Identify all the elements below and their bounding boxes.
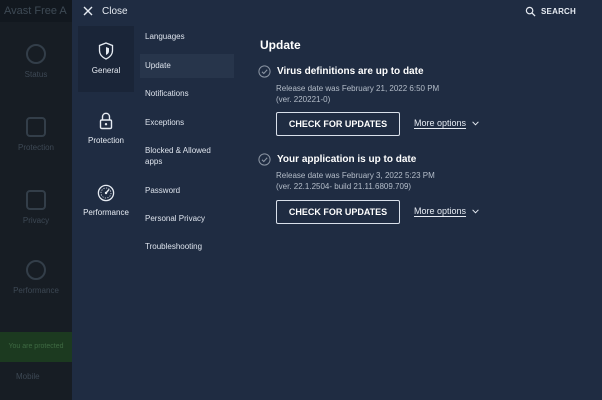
release-date-text: Release date was February 3, 2022 5:23 P… xyxy=(276,171,435,180)
virus-definitions-status: Virus definitions are up to date xyxy=(258,65,424,78)
background-nav-status: Status xyxy=(0,44,72,79)
submenu-item-notifications[interactable]: Notifications xyxy=(140,88,234,99)
submenu-item-languages[interactable]: Languages xyxy=(140,31,234,42)
version-text: (ver. 22.1.2504- build 21.11.6809.709) xyxy=(276,182,412,191)
chevron-down-icon xyxy=(472,208,479,214)
more-options-label: More options xyxy=(414,206,467,216)
fingerprint-icon xyxy=(26,190,46,210)
submenu-item-exceptions[interactable]: Exceptions xyxy=(140,117,234,128)
release-date-text: Release date was February 21, 2022 6:50 … xyxy=(276,84,440,93)
page-title: Update xyxy=(260,38,301,52)
check-for-updates-button[interactable]: CHECK FOR UPDATES xyxy=(276,200,400,224)
section-title: Virus definitions are up to date xyxy=(277,66,424,77)
section-title: Your application is up to date xyxy=(277,154,417,165)
background-nav-privacy: Privacy xyxy=(0,190,72,225)
close-label: Close xyxy=(102,5,128,17)
chevron-down-icon xyxy=(472,120,479,126)
check-circle-icon xyxy=(258,153,271,166)
check-circle-icon xyxy=(258,65,271,78)
submenu-item-update[interactable]: Update xyxy=(140,54,234,78)
check-for-updates-button[interactable]: CHECK FOR UPDATES xyxy=(276,112,400,136)
category-general[interactable]: General xyxy=(78,26,134,92)
background-app-title: Avast Free A xyxy=(4,5,67,17)
background-mobile-label: Mobile xyxy=(16,372,40,381)
background-nav-label: Protection xyxy=(17,143,55,152)
settings-panel: Close SEARCH General Protection Performa… xyxy=(72,0,602,400)
submenu-item-personal-privacy[interactable]: Personal Privacy xyxy=(140,213,234,224)
background-nav-protection: Protection xyxy=(0,117,72,152)
search-button[interactable]: SEARCH xyxy=(525,6,576,17)
background-nav-label: Privacy xyxy=(22,216,50,225)
gauge-icon xyxy=(97,184,115,202)
close-icon xyxy=(83,6,93,16)
more-options-link[interactable]: More options xyxy=(414,206,479,216)
category-label: Protection xyxy=(87,136,125,145)
category-protection[interactable]: Protection xyxy=(78,112,134,152)
category-label: Performance xyxy=(83,208,129,217)
close-button[interactable]: Close xyxy=(82,4,128,18)
background-nav-performance: Performance xyxy=(0,260,72,295)
submenu-item-password[interactable]: Password xyxy=(140,185,234,196)
lock-icon xyxy=(26,117,46,137)
category-label: General xyxy=(91,66,121,75)
search-label: SEARCH xyxy=(541,7,576,16)
status-icon xyxy=(26,44,46,64)
shield-icon xyxy=(98,42,114,60)
version-text: (ver. 220221-0) xyxy=(276,95,331,104)
search-icon xyxy=(525,6,536,17)
application-status: Your application is up to date xyxy=(258,153,416,166)
background-nav-label: Performance xyxy=(13,286,59,295)
more-options-link[interactable]: More options xyxy=(414,118,479,128)
background-nav-label: Status xyxy=(24,70,48,79)
category-performance[interactable]: Performance xyxy=(78,184,134,224)
more-options-label: More options xyxy=(414,118,467,128)
lock-icon xyxy=(99,112,113,130)
rocket-icon xyxy=(26,260,46,280)
background-status-bar: You are protected xyxy=(0,332,72,362)
submenu-item-blocked-allowed-apps[interactable]: Blocked & Allowed apps xyxy=(140,145,220,167)
submenu-item-troubleshooting[interactable]: Troubleshooting xyxy=(140,241,234,252)
